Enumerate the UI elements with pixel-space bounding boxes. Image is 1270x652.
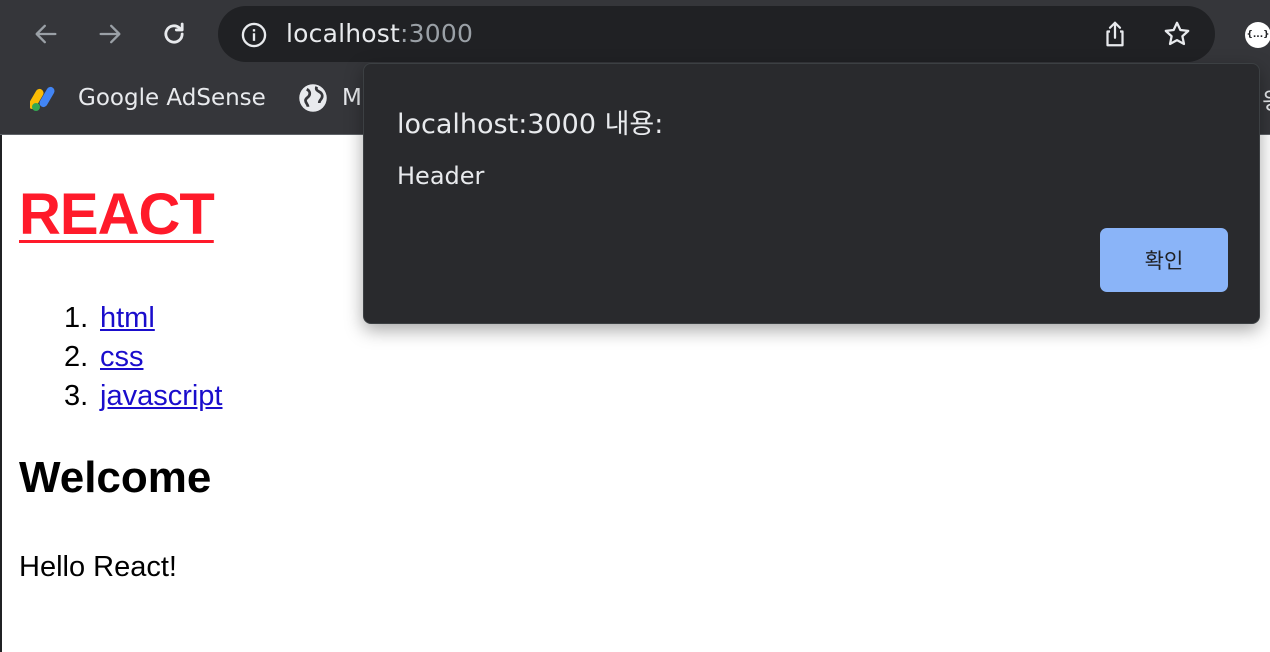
welcome-heading: Welcome — [19, 453, 212, 502]
share-icon[interactable] — [1100, 19, 1130, 49]
list-number: 3. — [64, 380, 89, 412]
globe-icon — [299, 84, 327, 112]
topic-link-html[interactable]: html — [100, 299, 155, 338]
ok-button[interactable]: 확인 — [1100, 228, 1228, 292]
browser-toolbar: localhost:3000 {...} — [0, 0, 1270, 68]
list-item: 1. html — [64, 299, 223, 338]
page-title-link[interactable]: REACT — [19, 181, 215, 248]
forward-button[interactable] — [92, 16, 128, 52]
list-number: 1. — [64, 302, 89, 334]
adsense-icon — [30, 86, 55, 111]
reload-icon — [164, 22, 184, 44]
dialog-message: Header — [397, 162, 485, 190]
reload-button[interactable] — [156, 16, 192, 52]
body-text: Hello React! — [19, 551, 177, 583]
topic-list: 1. html 2. css 3. javascript — [64, 299, 223, 416]
bookmark-overflow-text[interactable]: 읭 — [1262, 82, 1270, 116]
extension-icon[interactable]: {...} — [1245, 22, 1270, 48]
dialog-title: localhost:3000 내용: — [397, 109, 664, 140]
back-button[interactable] — [28, 16, 64, 52]
alert-dialog: localhost:3000 내용: Header 확인 — [363, 63, 1260, 324]
list-number: 2. — [64, 341, 89, 373]
url-host: localhost — [286, 19, 401, 48]
arrow-left-icon — [35, 24, 57, 44]
star-icon[interactable] — [1162, 19, 1192, 49]
arrow-right-icon — [99, 24, 121, 44]
topic-link-javascript[interactable]: javascript — [100, 377, 223, 416]
bookmark-m[interactable]: M — [298, 82, 362, 114]
bookmark-google-adsense[interactable]: Google AdSense — [30, 82, 266, 114]
list-item: 2. css — [64, 338, 223, 377]
address-bar[interactable]: localhost:3000 — [218, 6, 1215, 62]
bookmark-label: Google AdSense — [78, 85, 266, 111]
url-port: :3000 — [400, 19, 474, 48]
topic-link-css[interactable]: css — [100, 338, 144, 377]
info-icon[interactable] — [240, 21, 268, 49]
bookmark-label: M — [342, 85, 362, 111]
url-text[interactable]: localhost:3000 — [286, 18, 473, 50]
list-item: 3. javascript — [64, 377, 223, 416]
